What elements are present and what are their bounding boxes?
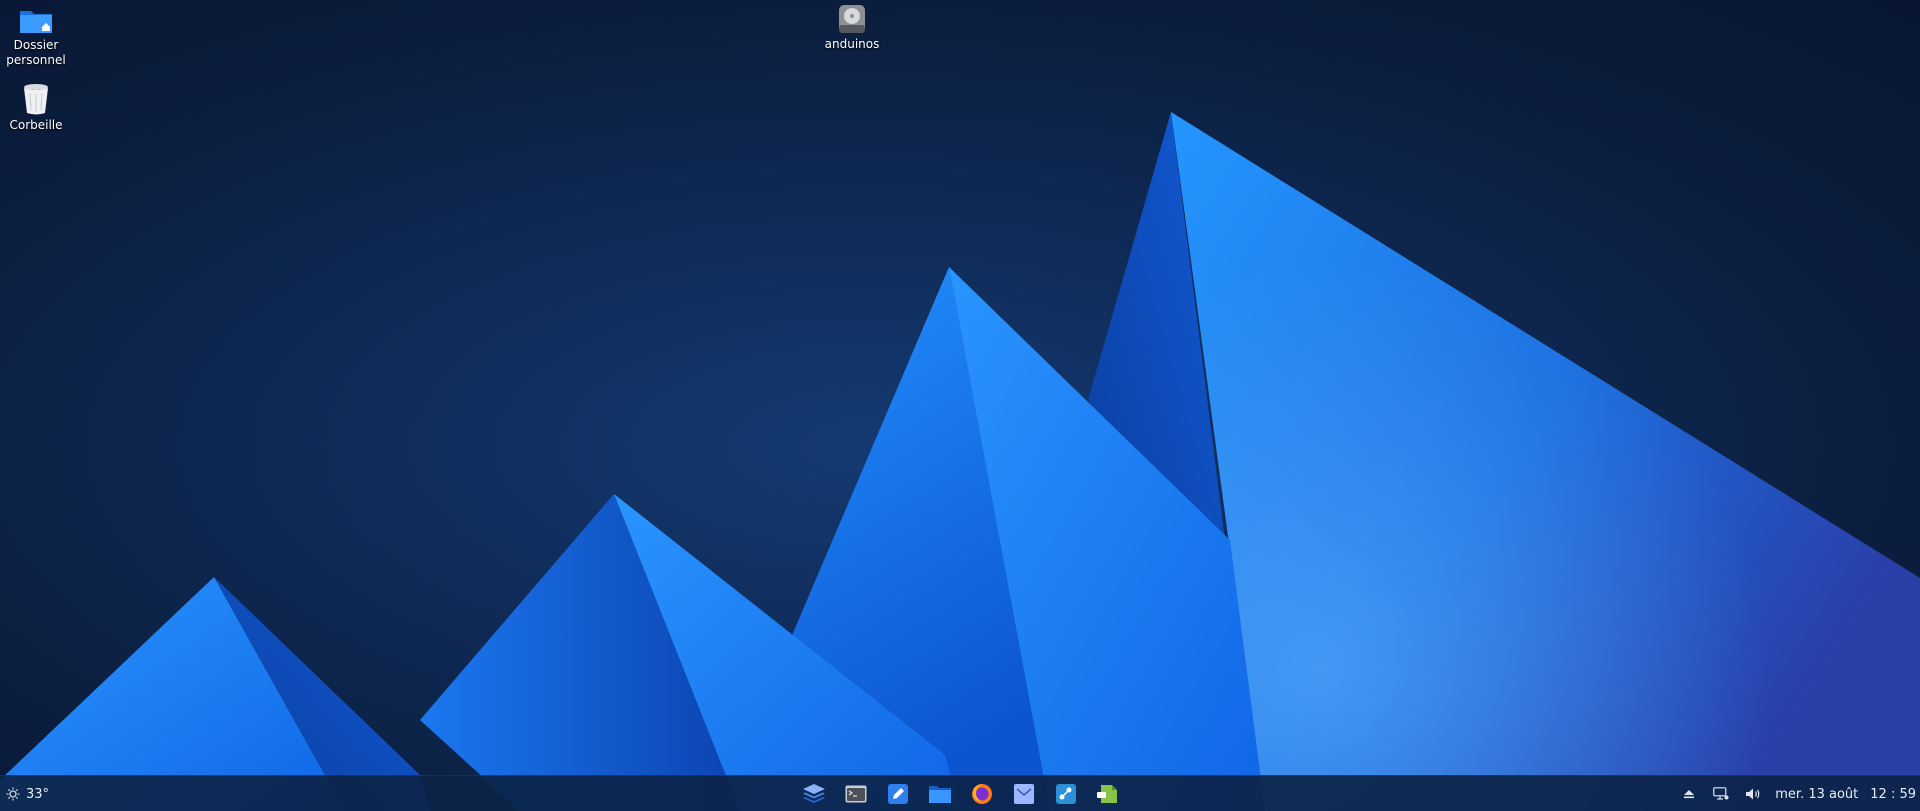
launcher-firefox[interactable] xyxy=(966,779,998,809)
eject-icon xyxy=(1684,790,1695,799)
desktop-icon-trash[interactable]: Corbeille xyxy=(0,82,84,133)
firefox-icon xyxy=(972,784,992,804)
peak-large-glow xyxy=(1171,112,1920,811)
desktop-icon-anduinos-drive[interactable]: anduinos xyxy=(804,3,900,52)
terminal-icon xyxy=(845,785,867,803)
tray-volume[interactable] xyxy=(1743,784,1763,804)
stacked-layers-icon xyxy=(803,784,825,803)
volume-icon xyxy=(1746,788,1760,800)
mail-icon xyxy=(1014,784,1034,804)
launcher-extension-manager[interactable] xyxy=(1092,779,1124,809)
network-icon xyxy=(1713,787,1729,800)
desktop: Dossier personnel Corbeille anduinos 33°… xyxy=(0,0,1920,811)
trash-label: Corbeille xyxy=(9,118,63,132)
bottom-panel: 33° mer. 13 août 12: 59 xyxy=(0,775,1920,811)
extension-manager-icon xyxy=(1097,785,1117,803)
drive-icon xyxy=(839,5,865,33)
tray-network[interactable] xyxy=(1711,784,1731,804)
sun-icon xyxy=(6,787,20,801)
launcher-software-center[interactable] xyxy=(1050,779,1082,809)
launcher-stacked-layers[interactable] xyxy=(798,779,830,809)
home-folder-label-line1: Dossier xyxy=(13,38,59,52)
weather-widget[interactable]: 33° xyxy=(6,776,49,811)
software-center-icon xyxy=(1056,784,1076,804)
wallpaper xyxy=(0,112,1920,811)
trash-icon xyxy=(24,84,48,115)
text-editor-icon xyxy=(888,784,908,804)
clock-date: mer. 13 août xyxy=(1775,786,1859,802)
clock-time: 12 : 59 xyxy=(1870,786,1916,802)
taskbar-launchers xyxy=(798,779,1124,809)
system-tray: mer. 13 août 12 : 59 xyxy=(1679,776,1916,811)
launcher-text-editor[interactable] xyxy=(882,779,914,809)
date-time-clock[interactable]: mer. 13 août 12 : 59 xyxy=(1775,787,1916,802)
drive-label: anduinos xyxy=(824,37,880,51)
home-folder-icon xyxy=(20,11,52,33)
tray-eject[interactable] xyxy=(1679,784,1699,804)
files-icon xyxy=(929,786,951,803)
launcher-mail[interactable] xyxy=(1008,779,1040,809)
home-folder-label-line2: personnel xyxy=(6,53,66,67)
launcher-files[interactable] xyxy=(924,779,956,809)
desktop-icon-home-folder[interactable]: Dossier personnel xyxy=(0,6,84,68)
weather-temperature: 33° xyxy=(26,786,50,802)
launcher-terminal[interactable] xyxy=(840,779,872,809)
